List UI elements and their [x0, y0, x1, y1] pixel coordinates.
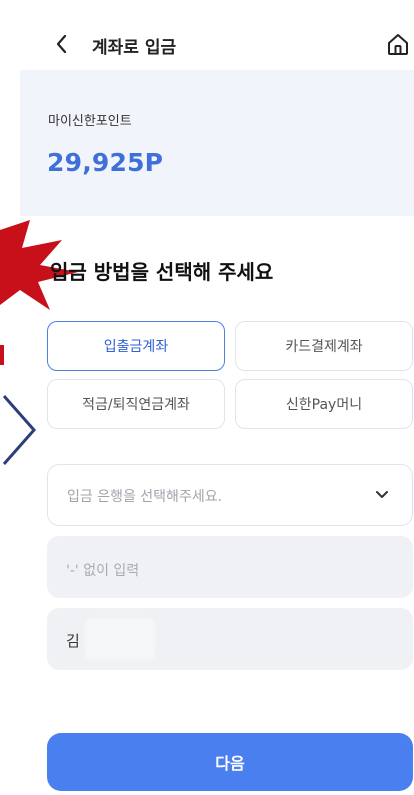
arrow-right-icon	[2, 395, 37, 465]
points-card: 마이신한포인트 29,925P	[20, 70, 414, 216]
points-balance: 29,925P	[47, 148, 164, 177]
page-title: 계좌로 입금	[92, 38, 177, 58]
account-number-input[interactable]: '-' 없이 입력	[47, 536, 413, 598]
home-button[interactable]	[385, 30, 411, 58]
back-button[interactable]	[50, 30, 74, 58]
chevron-down-icon	[376, 491, 388, 498]
account-number-placeholder: '-' 없이 입력	[66, 563, 140, 579]
method-option-card-payment-account[interactable]: 카드결제계좌	[235, 321, 413, 371]
home-icon	[388, 34, 408, 55]
bank-select-placeholder: 입금 은행을 선택해주세요.	[67, 489, 223, 505]
account-holder-name: 김	[66, 632, 80, 650]
bank-select[interactable]: 입금 은행을 선택해주세요.	[47, 464, 413, 526]
points-label: 마이신한포인트	[48, 114, 132, 129]
chevron-left-icon	[56, 34, 67, 54]
name-mask	[85, 618, 155, 660]
account-holder-name-field: 김	[47, 608, 413, 670]
method-option-savings-pension-account[interactable]: 적금/퇴직연금계좌	[47, 379, 225, 429]
method-option-shinhan-pay-money[interactable]: 신한Pay머니	[235, 379, 413, 429]
section-title: 입금 방법을 선택해 주세요	[50, 260, 274, 284]
red-mark-decoration	[0, 345, 4, 365]
method-option-deposit-account[interactable]: 입출금계좌	[47, 321, 225, 371]
next-button[interactable]: 다음	[47, 733, 413, 791]
